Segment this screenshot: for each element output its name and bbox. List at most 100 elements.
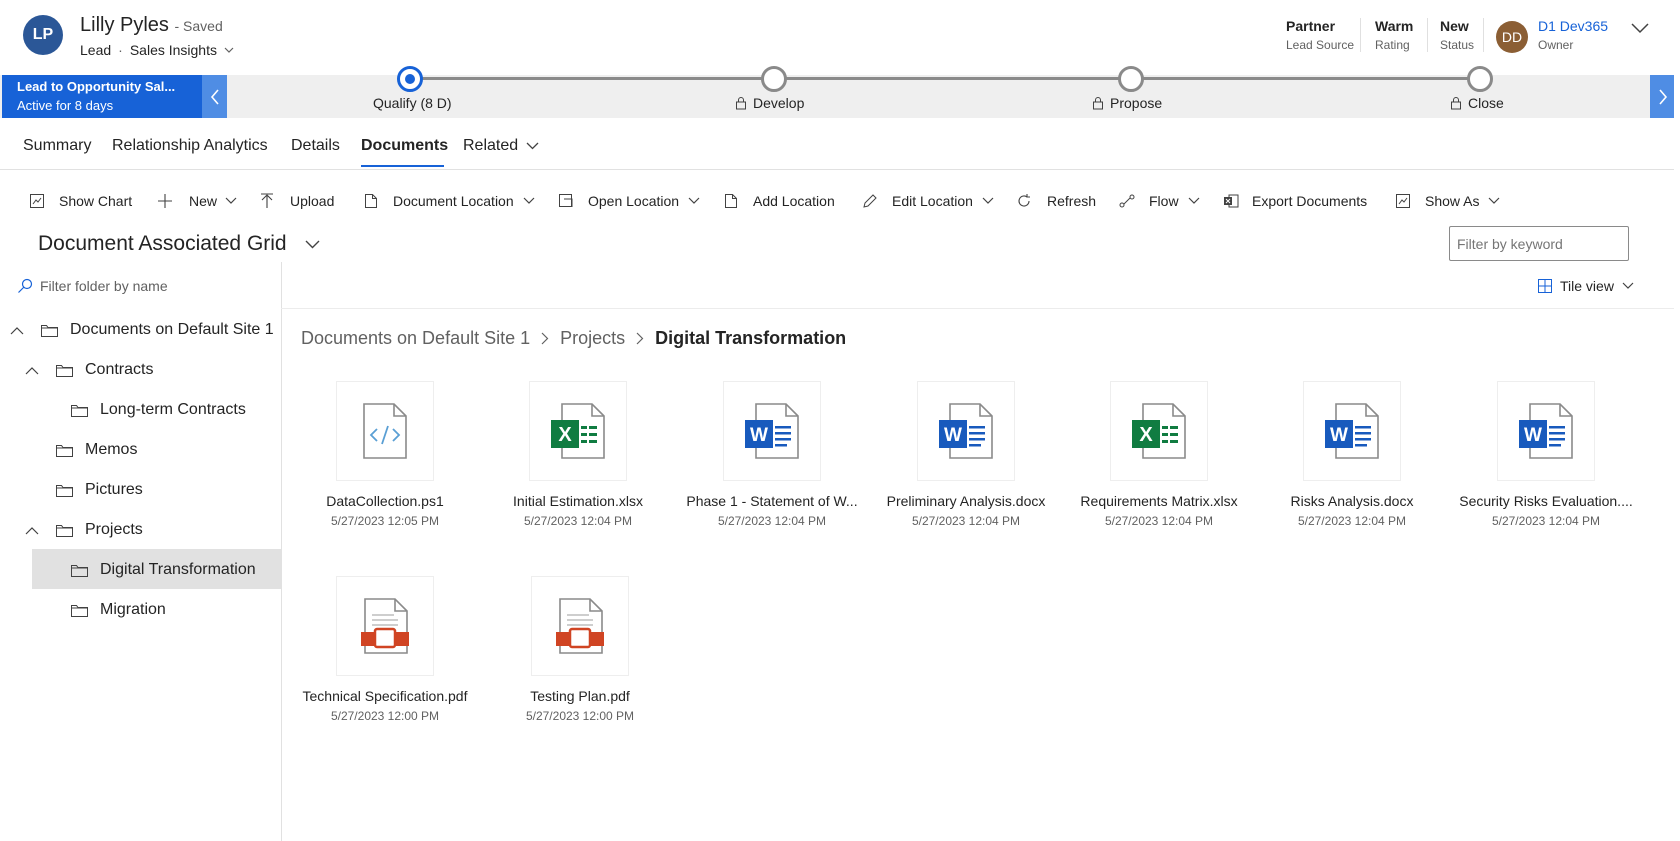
tree-folder-long-term-contracts[interactable]: Long-term Contracts xyxy=(71,391,246,429)
show-chart-button[interactable]: Show Chart xyxy=(29,193,132,209)
tree-folder-projects[interactable]: Projects xyxy=(25,511,143,549)
header-field-status: New Status xyxy=(1440,18,1474,52)
stage-close-dot[interactable] xyxy=(1467,66,1493,92)
folder-icon xyxy=(56,444,73,457)
folder-icon xyxy=(56,364,73,377)
stage-close[interactable]: Close xyxy=(1450,95,1504,111)
process-prev-button[interactable] xyxy=(202,75,227,118)
edit-location-button[interactable]: Edit Location xyxy=(862,193,994,209)
tree-folder-digital-transformation[interactable]: Digital Transformation xyxy=(71,551,256,589)
svg-text:W: W xyxy=(1524,425,1542,446)
add-location-button[interactable]: Add Location xyxy=(724,193,835,209)
rating-value: Warm xyxy=(1375,18,1414,34)
process-title[interactable]: Lead to Opportunity Sal... Active for 8 … xyxy=(2,75,202,118)
file-tile[interactable]: DataCollection.ps1 5/27/2023 12:05 PM xyxy=(295,381,475,528)
file-tile[interactable]: W Phase 1 - Statement of W... 5/27/2023 … xyxy=(682,381,862,528)
grid-view-selector[interactable]: Document Associated Grid xyxy=(38,232,320,256)
refresh-button[interactable]: Refresh xyxy=(1016,193,1096,209)
folder-label: Long-term Contracts xyxy=(100,401,246,418)
edit-location-label: Edit Location xyxy=(892,193,973,209)
pdf-file-icon xyxy=(556,598,604,654)
folder-label: Documents on Default Site 1 xyxy=(70,321,274,338)
owner-field: D1 Dev365 Owner xyxy=(1538,18,1608,52)
file-name: Preliminary Analysis.docx xyxy=(886,493,1046,509)
stage-qualify[interactable]: Qualify (8 D) xyxy=(373,95,452,111)
chevron-down-icon xyxy=(305,240,320,248)
file-thumbnail xyxy=(531,576,629,676)
tab-documents[interactable]: Documents xyxy=(361,137,448,155)
file-tile[interactable]: X Initial Estimation.xlsx 5/27/2023 12:0… xyxy=(488,381,668,528)
tab-related[interactable]: Related xyxy=(463,137,539,155)
chevron-down-icon xyxy=(1188,197,1199,204)
breadcrumb-item[interactable]: Projects xyxy=(560,328,625,349)
stage-propose-dot[interactable] xyxy=(1118,66,1144,92)
open-location-button[interactable]: Open Location xyxy=(558,193,700,209)
tree-folder-contracts[interactable]: Contracts xyxy=(25,351,153,389)
filter-by-keyword-input[interactable] xyxy=(1449,226,1629,261)
chevron-up-icon[interactable] xyxy=(25,526,39,535)
stage-propose[interactable]: Propose xyxy=(1092,95,1162,111)
new-button[interactable]: New xyxy=(158,193,237,209)
file-name: Technical Specification.pdf xyxy=(302,688,468,704)
file-name: Security Risks Evaluation.... xyxy=(1459,493,1633,509)
chevron-down-icon xyxy=(526,142,539,150)
svg-text:W: W xyxy=(1330,425,1348,446)
show-as-icon xyxy=(1396,194,1410,208)
document-location-button[interactable]: Document Location xyxy=(364,193,535,209)
tab-relationship-analytics[interactable]: Relationship Analytics xyxy=(112,137,268,155)
stage-qualify-dot[interactable] xyxy=(397,66,423,92)
file-tile[interactable]: W Risks Analysis.docx 5/27/2023 12:04 PM xyxy=(1262,381,1442,528)
file-thumbnail xyxy=(336,381,434,481)
tree-folder-migration[interactable]: Migration xyxy=(71,591,166,629)
view-mode-selector[interactable]: Tile view xyxy=(1538,278,1634,294)
file-thumbnail xyxy=(336,576,434,676)
lead-avatar: LP xyxy=(23,15,63,55)
svg-text:W: W xyxy=(750,425,768,446)
tree-folder-pictures[interactable]: Pictures xyxy=(56,471,143,509)
svg-text:X: X xyxy=(1139,424,1153,446)
process-active-duration: Active for 8 days xyxy=(17,98,114,113)
file-tile[interactable]: Technical Specification.pdf 5/27/2023 12… xyxy=(295,576,475,723)
tree-folder-memos[interactable]: Memos xyxy=(56,431,137,469)
export-documents-button[interactable]: Export Documents xyxy=(1223,193,1367,209)
view-mode-label: Tile view xyxy=(1560,278,1614,294)
header-field-rating: Warm Rating xyxy=(1375,18,1413,52)
file-date: 5/27/2023 12:04 PM xyxy=(1297,514,1407,528)
chevron-up-icon[interactable] xyxy=(25,366,39,375)
file-tile[interactable]: W Preliminary Analysis.docx 5/27/2023 12… xyxy=(876,381,1056,528)
tab-details[interactable]: Details xyxy=(291,137,340,155)
show-as-button[interactable]: Show As xyxy=(1395,193,1500,209)
pane-divider xyxy=(281,262,282,841)
app-frame: LP Lilly Pyles - Saved Lead · Sales Insigh… xyxy=(0,0,1680,841)
file-tile[interactable]: X Requirements Matrix.xlsx 5/27/2023 12:… xyxy=(1069,381,1249,528)
stage-develop[interactable]: Develop xyxy=(735,95,804,111)
header-expand-chevron-icon[interactable] xyxy=(1631,22,1649,34)
owner-link[interactable]: D1 Dev365 xyxy=(1538,18,1608,34)
file-name: Testing Plan.pdf xyxy=(530,688,630,704)
folder-filter-input[interactable]: Filter folder by name xyxy=(17,278,168,294)
file-date: 5/27/2023 12:04 PM xyxy=(1104,514,1214,528)
word-file-icon: W xyxy=(1519,403,1573,459)
folder-label: Digital Transformation xyxy=(100,561,256,578)
chevron-up-icon[interactable] xyxy=(10,326,24,335)
breadcrumb-item[interactable]: Documents on Default Site 1 xyxy=(301,328,530,349)
status-label: Status xyxy=(1440,38,1475,52)
tree-folder-root[interactable]: Documents on Default Site 1 xyxy=(10,311,274,349)
folder-icon xyxy=(56,484,73,497)
flow-button[interactable]: Flow xyxy=(1119,193,1200,209)
upload-button[interactable]: Upload xyxy=(261,193,334,209)
stage-develop-dot[interactable] xyxy=(761,66,787,92)
file-tile[interactable]: Testing Plan.pdf 5/27/2023 12:00 PM xyxy=(490,576,670,723)
folder-icon xyxy=(71,404,88,417)
export-documents-label: Export Documents xyxy=(1252,193,1368,209)
chevron-down-icon xyxy=(982,197,994,204)
entity-name: Lead xyxy=(80,42,112,58)
folder-icon xyxy=(71,604,88,617)
grid-view-icon xyxy=(1538,279,1552,293)
process-next-button[interactable] xyxy=(1650,75,1675,118)
folder-filter-placeholder: Filter folder by name xyxy=(40,278,168,294)
tab-summary[interactable]: Summary xyxy=(23,137,91,155)
file-name: DataCollection.ps1 xyxy=(326,493,444,509)
form-selector[interactable]: Sales Insights xyxy=(130,42,234,58)
file-tile[interactable]: W Security Risks Evaluation.... 5/27/202… xyxy=(1456,381,1636,528)
